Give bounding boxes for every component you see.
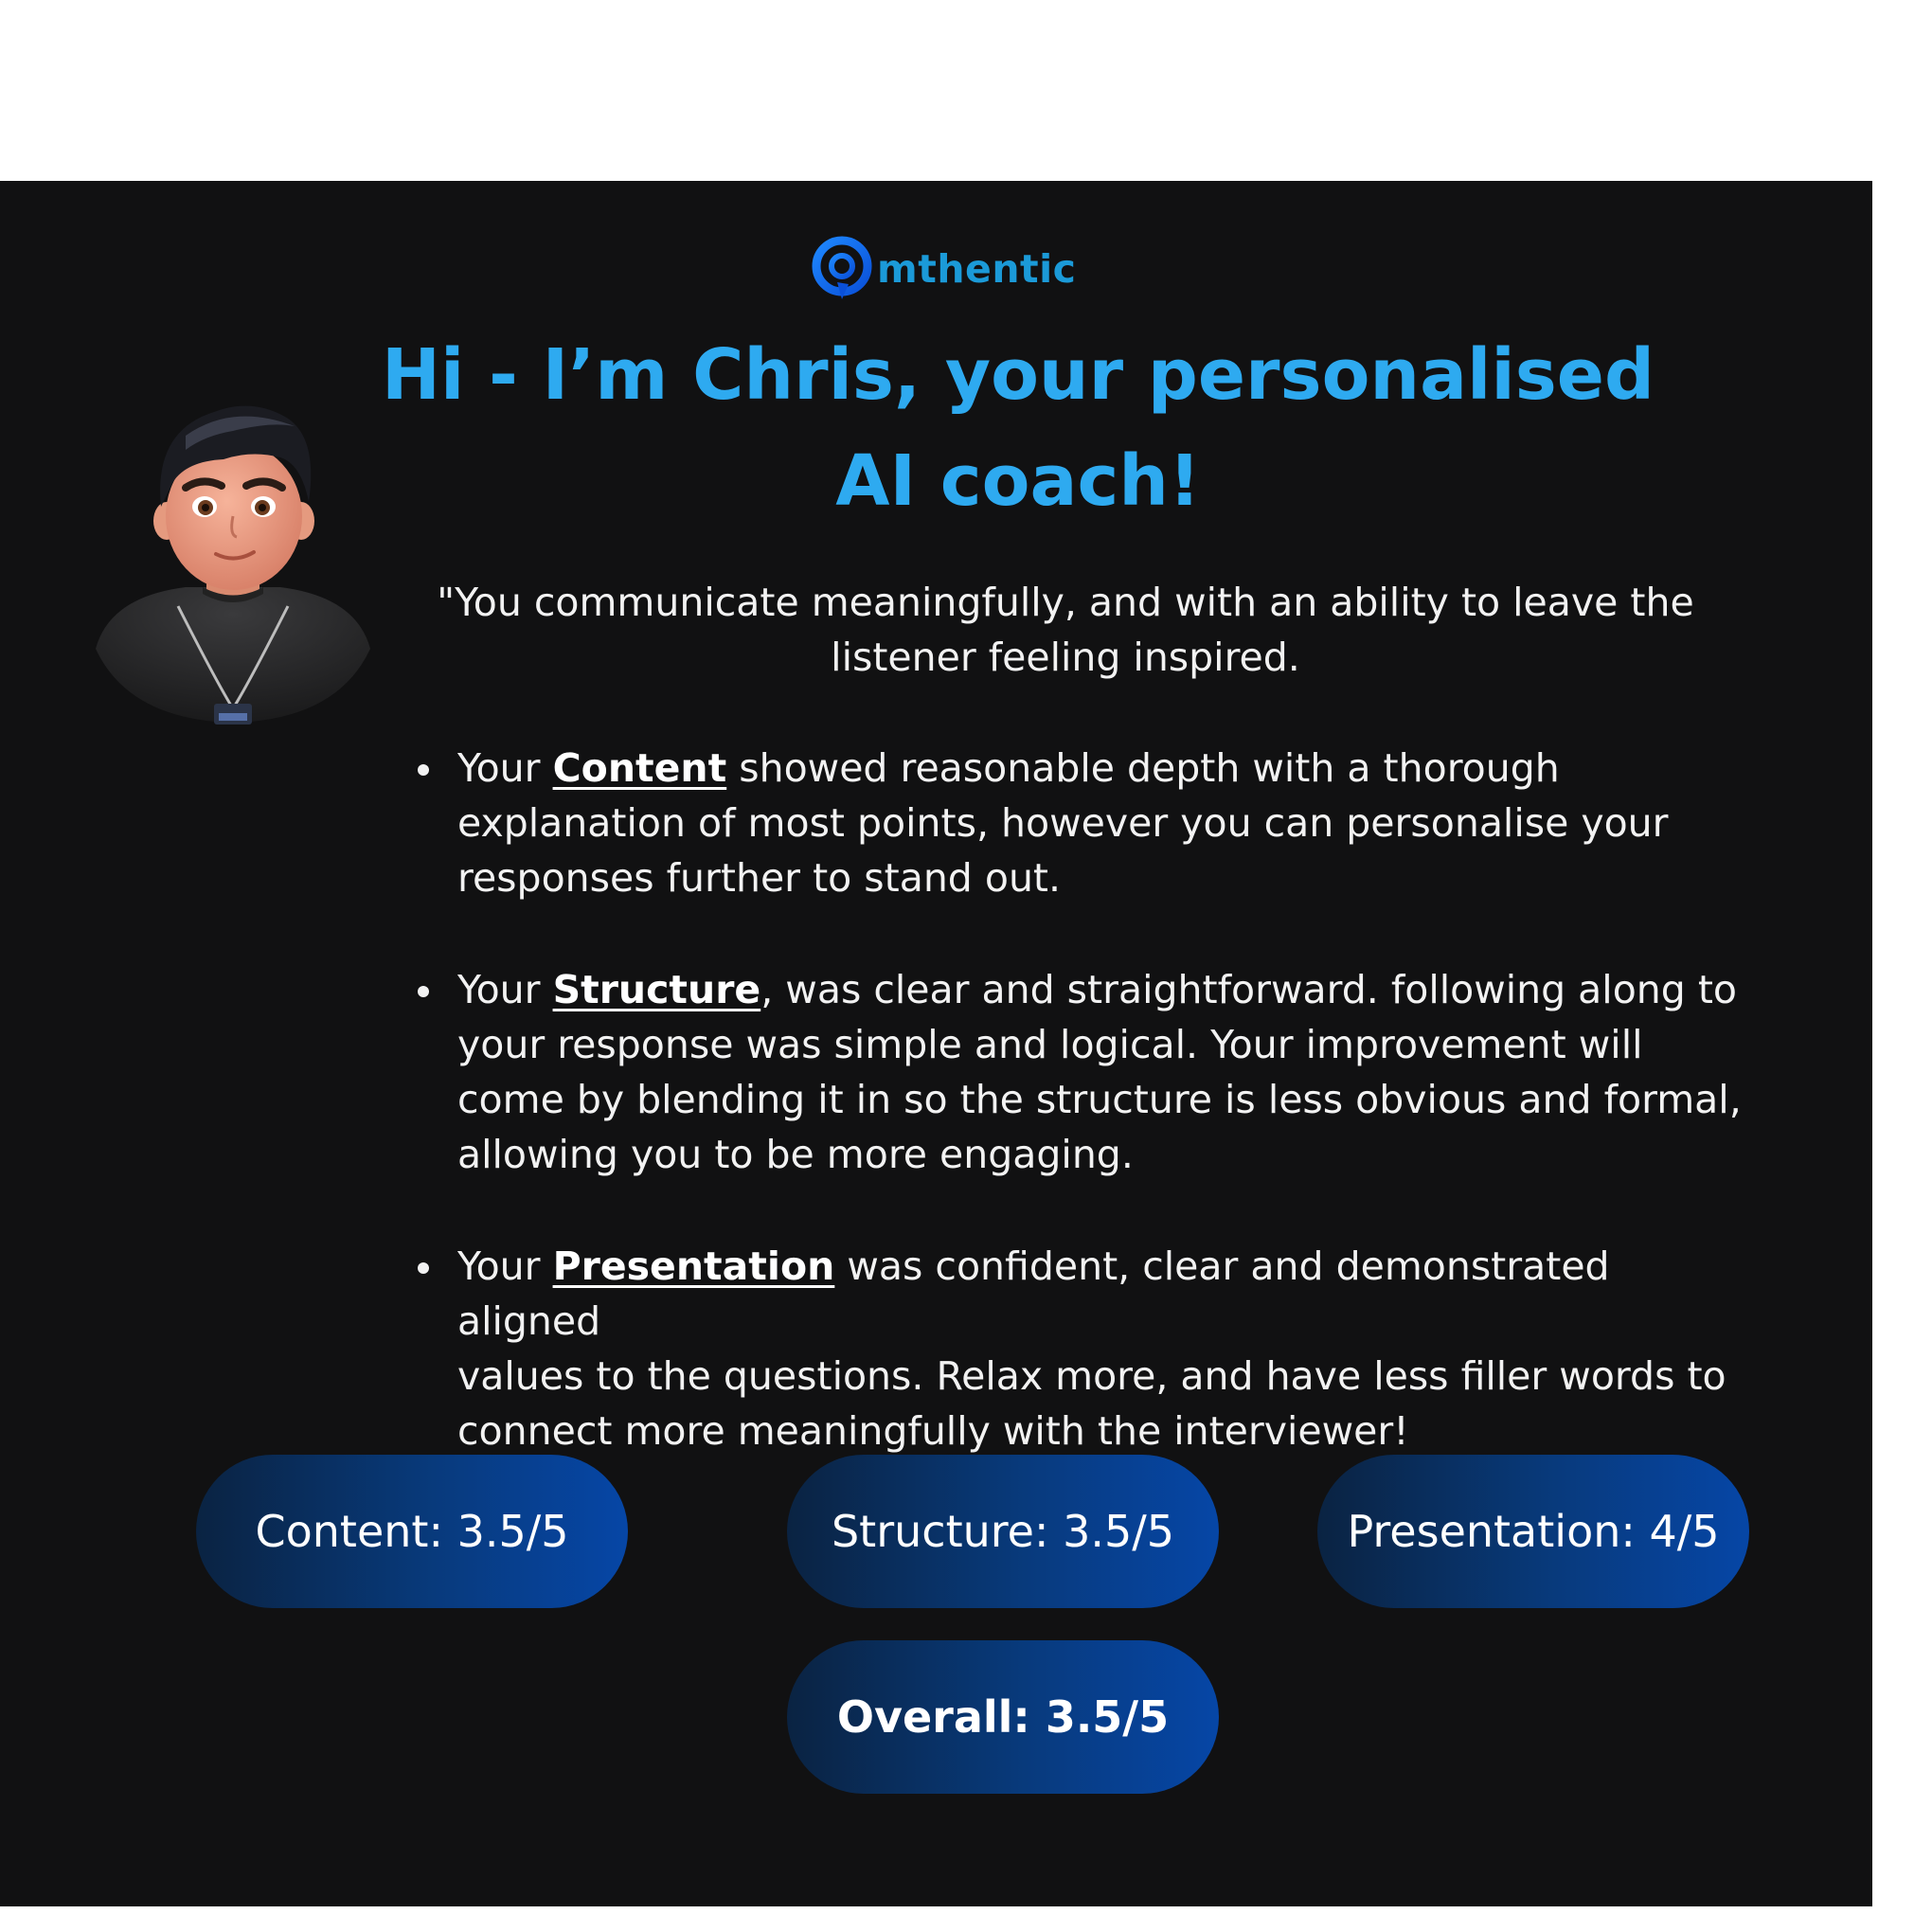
feedback-text-line: connect more meaningfully with the inter… [457,1408,1409,1454]
keyword-content: Content [552,745,727,791]
score-structure-label: Structure: 3.5/5 [831,1506,1175,1557]
feedback-text-line: responses further to stand out. [457,855,1062,901]
feedback-item-presentation: Your Presentation was confident, clear a… [417,1239,1762,1458]
title-line-2: AI coach! [835,440,1201,522]
feedback-text-line: allowing you to be more engaging. [457,1132,1134,1177]
score-overall-pill: Overall: 3.5/5 [787,1640,1219,1794]
feedback-text-line: explanation of most points, however you … [457,800,1669,846]
coach-avatar [96,405,370,724]
feedback-item-structure: Your Structure, was clear and straightfo… [417,962,1762,1182]
feedback-lead: Your [457,745,553,791]
title-line-1: Hi - I’m Chris, your personalised [382,334,1655,416]
score-presentation-label: Presentation: 4/5 [1347,1506,1720,1557]
coach-quote: "You communicate meaningfully, and with … [417,575,1714,685]
quote-line-2: listener feeling inspired. [831,635,1300,680]
score-structure-pill: Structure: 3.5/5 [787,1455,1219,1608]
keyword-presentation: Presentation [552,1243,835,1289]
feedback-text-line: showed reasonable depth with a thorough [726,745,1560,791]
feedback-text-line: your response was simple and logical. Yo… [457,1022,1643,1067]
score-content-pill: Content: 3.5/5 [196,1455,628,1608]
mthentic-logo-icon [812,236,872,299]
feedback-text-line: values to the questions. Relax more, and… [457,1353,1726,1399]
page-title: Hi - I’m Chris, your personalised AI coa… [313,322,1724,534]
score-presentation-pill: Presentation: 4/5 [1317,1455,1749,1608]
feedback-text-line: come by blending it in so the structure … [457,1077,1742,1122]
brand-name: mthentic [877,246,1077,292]
feedback-text-line: , was clear and straightforward. followi… [760,967,1737,1012]
feedback-lead: Your [457,1243,553,1289]
quote-line-1: "You communicate meaningfully, and with … [437,580,1694,625]
brand-logo: mthentic [809,235,1076,303]
feedback-list: Your Content showed reasonable depth wit… [417,741,1762,1515]
score-overall-label: Overall: 3.5/5 [836,1691,1170,1743]
keyword-structure: Structure [552,967,761,1012]
score-content-label: Content: 3.5/5 [255,1506,569,1557]
feedback-item-content: Your Content showed reasonable depth wit… [417,741,1762,905]
feedback-lead: Your [457,967,553,1012]
